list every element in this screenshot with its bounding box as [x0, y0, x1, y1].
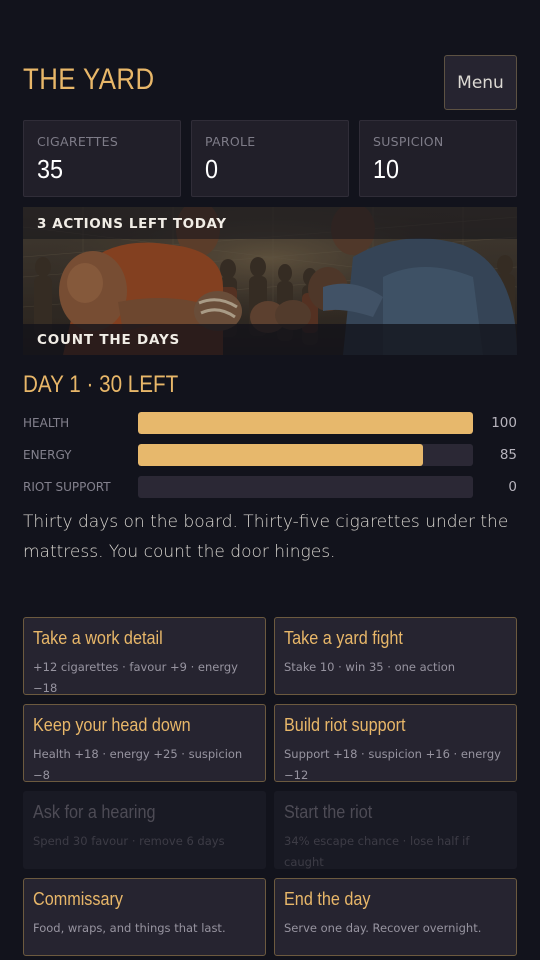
actions-left-label: 3 ACTIONS LEFT TODAY — [23, 207, 517, 239]
action-start-riot: Start the riot 34% escape chance · lose … — [274, 791, 517, 869]
action-yard-fight[interactable]: Take a yard fight Stake 10 · win 35 · on… — [274, 617, 517, 695]
action-desc: Health +18 · energy +25 · suspicion −8 — [33, 747, 243, 782]
action-title: Commissary — [33, 889, 124, 909]
stat-label: PAROLE — [205, 134, 256, 149]
energy-bar — [138, 444, 473, 466]
bar-fill — [138, 412, 473, 434]
action-desc: Support +18 · suspicion +16 · energy −12 — [284, 747, 501, 782]
action-title: Build riot support — [284, 715, 406, 735]
menu-button[interactable]: Menu — [444, 55, 517, 110]
action-desc: Serve one day. Recover overnight. — [284, 921, 482, 935]
energy-bar-row: ENERGY 85 — [23, 444, 517, 466]
day-counter: DAY 1 · 30 LEFT — [23, 371, 179, 398]
bar-label: HEALTH — [23, 416, 70, 430]
scene-banner: 3 ACTIONS LEFT TODAY COUNT THE DAYS — [23, 207, 517, 355]
riot-support-bar — [138, 476, 473, 498]
action-work-detail[interactable]: Take a work detail +12 cigarettes · favo… — [23, 617, 266, 695]
riot-support-bar-row: RIOT SUPPORT 0 — [23, 476, 517, 498]
stats-panel: CIGARETTES 35 PAROLE 0 SUSPICION 10 — [23, 120, 517, 197]
health-bar — [138, 412, 473, 434]
action-riot-support[interactable]: Build riot support Support +18 · suspici… — [274, 704, 517, 782]
bar-label: ENERGY — [23, 448, 72, 462]
stat-value: 0 — [205, 154, 219, 184]
action-desc: Stake 10 · win 35 · one action — [284, 660, 456, 674]
action-title: Take a yard fight — [284, 628, 403, 648]
stat-cigarettes: CIGARETTES 35 — [23, 120, 181, 197]
action-desc: Spend 30 favour · remove 6 days — [33, 834, 225, 848]
bar-label: RIOT SUPPORT — [23, 480, 111, 494]
narrative-text: Thirty days on the board. Thirty-five ci… — [23, 512, 509, 562]
action-title: Keep your head down — [33, 715, 191, 735]
stat-label: CIGARETTES — [37, 134, 119, 149]
action-head-down[interactable]: Keep your head down Health +18 · energy … — [23, 704, 266, 782]
action-hearing: Ask for a hearing Spend 30 favour · remo… — [23, 791, 266, 869]
stat-parole: PAROLE 0 — [191, 120, 349, 197]
stat-label: SUSPICION — [373, 134, 444, 149]
stat-value: 10 — [373, 154, 400, 184]
action-commissary[interactable]: Commissary Food, wraps, and things that … — [23, 878, 266, 956]
bar-value: 0 — [508, 479, 517, 495]
action-title: Start the riot — [284, 802, 373, 822]
bar-value: 85 — [499, 447, 517, 463]
bar-fill — [138, 444, 423, 466]
header: THE YARD Menu — [23, 55, 517, 110]
health-bar-row: HEALTH 100 — [23, 412, 517, 434]
game-title: THE YARD — [23, 63, 155, 96]
action-desc: 34% escape chance · lose half if caught — [284, 834, 470, 869]
action-desc: +12 cigarettes · favour +9 · energy −18 — [33, 660, 238, 695]
action-title: Take a work detail — [33, 628, 163, 648]
action-end-day[interactable]: End the day Serve one day. Recover overn… — [274, 878, 517, 956]
action-title: End the day — [284, 889, 371, 909]
bar-value: 100 — [491, 415, 517, 431]
stat-value: 35 — [37, 154, 64, 184]
banner-caption: COUNT THE DAYS — [23, 324, 517, 355]
stat-suspicion: SUSPICION 10 — [359, 120, 517, 197]
action-desc: Food, wraps, and things that last. — [33, 921, 226, 935]
action-title: Ask for a hearing — [33, 802, 156, 822]
